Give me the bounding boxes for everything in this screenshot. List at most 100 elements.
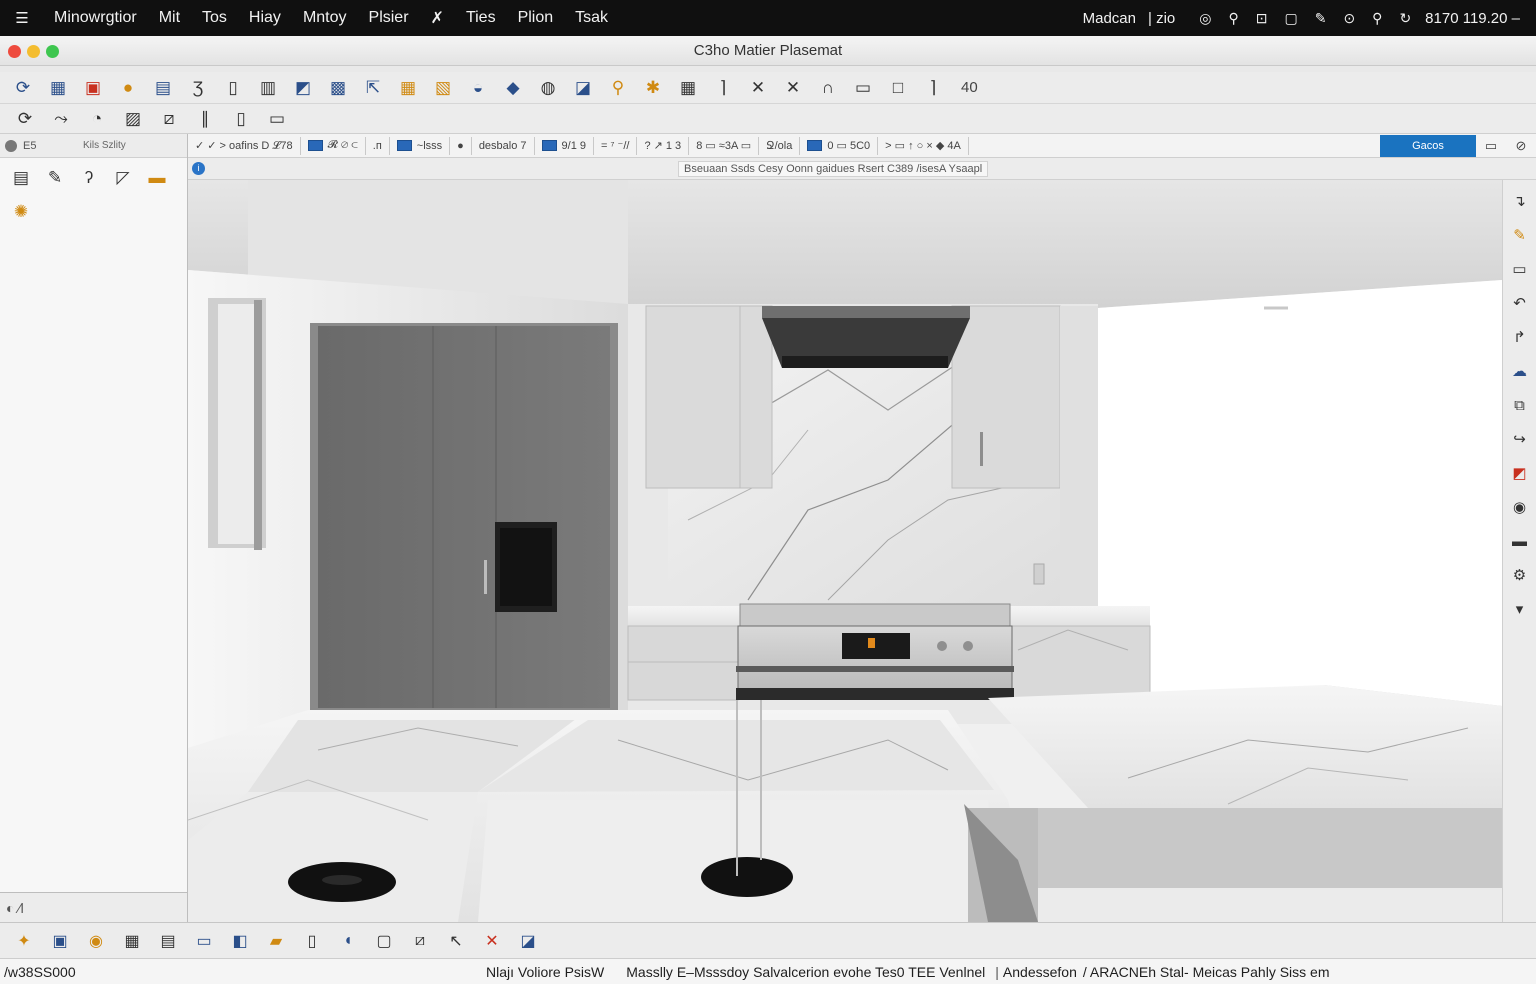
window-icon[interactable]: ▤ xyxy=(150,75,176,101)
undo-icon[interactable]: ↶ xyxy=(1507,290,1533,316)
globe-icon[interactable]: ◉ xyxy=(83,928,109,954)
slash-icon[interactable]: ⧄ xyxy=(156,106,182,132)
option-segment[interactable]: 0 ▭ 5C0 xyxy=(800,136,879,155)
photo-icon[interactable]: ◪ xyxy=(515,928,541,954)
calculator-icon[interactable]: ▦ xyxy=(395,75,421,101)
device-icon[interactable]: ⊡ xyxy=(1256,10,1268,27)
option-segment[interactable]: ● xyxy=(450,136,472,155)
redirect-icon[interactable]: ↪ xyxy=(1507,426,1533,452)
arrow-turn-icon[interactable]: ↱ xyxy=(1507,324,1533,350)
panel-icon[interactable]: ▯ xyxy=(228,106,254,132)
option-segment[interactable]: .п xyxy=(366,136,390,155)
sync-icon[interactable]: ↻ xyxy=(1399,10,1411,27)
bike-icon[interactable]: ⚲ xyxy=(1228,10,1238,27)
pin-icon[interactable]: ✱ xyxy=(640,75,666,101)
layers-icon[interactable]: ▥ xyxy=(255,75,281,101)
rectangle-icon[interactable]: ▭ xyxy=(850,75,876,101)
square-icon[interactable]: □ xyxy=(885,75,911,101)
option-segment[interactable]: > ▭ ↑ ○ × ◆ 4A xyxy=(878,136,969,155)
cursor-icon[interactable]: ↖ xyxy=(443,928,469,954)
option-segment[interactable]: ? ↗ 1 3 xyxy=(637,136,690,155)
menu-task[interactable]: Tsak xyxy=(564,9,619,27)
arc-icon[interactable]: ∩ xyxy=(815,75,841,101)
view-toggle-icon[interactable]: ▭ xyxy=(1476,138,1506,154)
option-segment[interactable]: ✓ ✓ > oafins D 𝓛78 xyxy=(188,136,301,155)
left-panel-tab-a[interactable]: E5 xyxy=(23,140,83,152)
option-segment[interactable]: = ⁷ ⁻// xyxy=(594,136,638,155)
active-mode-button[interactable]: Gacos xyxy=(1380,134,1476,157)
save-icon[interactable]: ▩ xyxy=(325,75,351,101)
menu-close-icon[interactable]: ✗ xyxy=(420,8,455,28)
calendar-icon[interactable]: ▦ xyxy=(675,75,701,101)
flag-icon[interactable]: ◪ xyxy=(570,75,596,101)
dropdown-icon[interactable]: ▾ xyxy=(1507,596,1533,622)
document-icon[interactable]: ▯ xyxy=(299,928,325,954)
option-segment[interactable]: ~lsss xyxy=(390,136,451,155)
rotate-icon[interactable]: ◔ xyxy=(84,106,110,132)
menu-app[interactable]: Minowrgtior xyxy=(44,9,148,27)
edit-icon[interactable]: ✎ xyxy=(1315,10,1327,27)
menu-plan[interactable]: Plion xyxy=(507,9,565,27)
menu-tools[interactable]: Tos xyxy=(191,9,238,27)
option-segment[interactable]: Ջ/ola xyxy=(759,136,801,155)
orbit-icon[interactable]: ⟳ xyxy=(10,75,36,101)
search-icon[interactable]: ⚲ xyxy=(1372,10,1382,27)
grid-icon[interactable]: ▦ xyxy=(45,75,71,101)
frame-icon[interactable]: ▭ xyxy=(264,106,290,132)
tools-icon[interactable]: ✦ xyxy=(11,928,37,954)
walk-icon[interactable]: ⤳ xyxy=(48,106,74,132)
hook-icon[interactable]: ʔ xyxy=(77,166,101,190)
cloud-icon[interactable]: ☁ xyxy=(1507,358,1533,384)
line-icon[interactable]: ⌉ xyxy=(920,75,946,101)
wand-icon[interactable]: ✺ xyxy=(9,200,33,224)
settings-icon[interactable]: ⚙ xyxy=(1507,562,1533,588)
3d-viewport[interactable] xyxy=(188,180,1502,922)
target-icon[interactable]: ⊙ xyxy=(1343,10,1355,27)
cross-icon[interactable]: ✕ xyxy=(745,75,771,101)
zoom-icon[interactable]: ⚲ xyxy=(605,75,631,101)
paint-brush-icon[interactable]: ✎ xyxy=(43,166,67,190)
paint-icon[interactable]: ▣ xyxy=(80,75,106,101)
sphere-icon[interactable]: ◒ xyxy=(465,75,491,101)
image-icon[interactable]: ⧄ xyxy=(407,928,433,954)
folder-icon[interactable]: ▬ xyxy=(145,166,169,190)
settings-icon[interactable]: ⊘ xyxy=(1506,138,1536,154)
wifi-icon[interactable]: ◎ xyxy=(1199,10,1211,27)
page-icon[interactable]: ▢ xyxy=(371,928,397,954)
option-segment[interactable]: desbalo 7 xyxy=(472,136,535,155)
export-icon[interactable]: ⇱ xyxy=(360,75,386,101)
landscape-icon[interactable]: ◩ xyxy=(290,75,316,101)
camera-icon[interactable]: ◉ xyxy=(1507,494,1533,520)
document-icon[interactable]: ▯ xyxy=(220,75,246,101)
monitor-icon[interactable]: ▣ xyxy=(47,928,73,954)
option-segment[interactable]: 𝓡 ⌀ ⊂ xyxy=(301,136,366,155)
divider-icon[interactable]: ∥ xyxy=(192,106,218,132)
orbit-icon[interactable]: ⟳ xyxy=(12,106,38,132)
cross-icon-2[interactable]: ✕ xyxy=(780,75,806,101)
option-segment[interactable]: 8 ▭ ≈3A ▭ xyxy=(689,136,760,155)
menu-plugins[interactable]: Plsier xyxy=(358,9,420,27)
folder-icon[interactable]: ▰ xyxy=(263,928,289,954)
menu-tiles[interactable]: Ties xyxy=(455,9,507,27)
wedge-icon[interactable]: ◆ xyxy=(500,75,526,101)
arrow-icon[interactable]: ↴ xyxy=(1507,188,1533,214)
bookmark-icon[interactable]: ◖ xyxy=(335,928,361,954)
option-segment[interactable]: 9/1 9 xyxy=(535,136,594,155)
corner-icon[interactable]: ⌉ xyxy=(710,75,736,101)
image-icon[interactable]: ◸ xyxy=(111,166,135,190)
brush-icon[interactable]: ▨ xyxy=(120,106,146,132)
frame-icon[interactable]: ▭ xyxy=(1507,256,1533,282)
left-panel-tab-b[interactable]: Kils Szlity xyxy=(83,140,126,151)
monitor-icon[interactable]: ▬ xyxy=(1507,528,1533,554)
table-icon[interactable]: ▤ xyxy=(155,928,181,954)
list-icon[interactable]: ▤ xyxy=(9,166,33,190)
menu-model[interactable]: Mntoy xyxy=(292,9,358,27)
copy-icon[interactable]: ⧉ xyxy=(1507,392,1533,418)
sun-icon[interactable]: ● xyxy=(115,75,141,101)
info-icon[interactable]: i xyxy=(192,162,205,175)
chart-icon[interactable]: ◩ xyxy=(1507,460,1533,486)
book-icon[interactable]: ◧ xyxy=(227,928,253,954)
materials-icon[interactable]: ▧ xyxy=(430,75,456,101)
grid-icon[interactable]: ▦ xyxy=(119,928,145,954)
window-icon[interactable]: ▢ xyxy=(1284,10,1297,27)
